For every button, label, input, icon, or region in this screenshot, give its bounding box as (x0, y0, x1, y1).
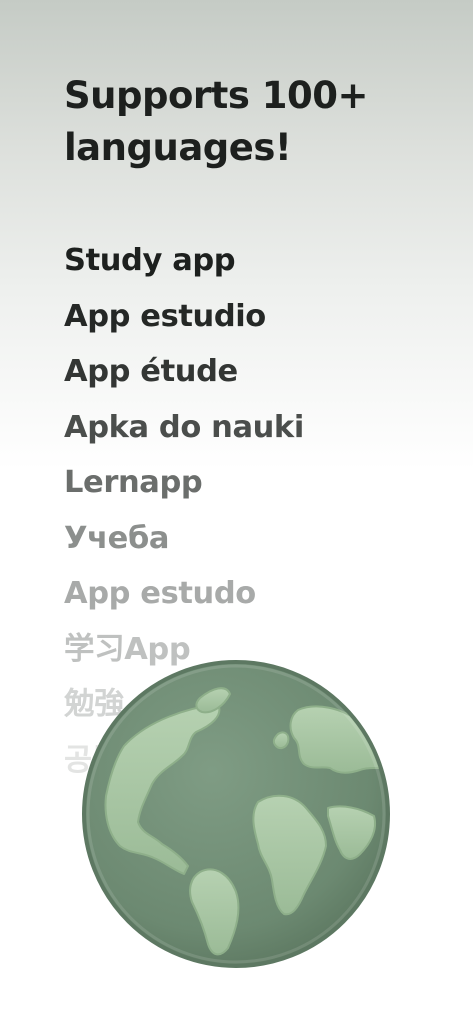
globe-island (272, 731, 290, 750)
language-item-spanish: App estudio (64, 298, 266, 334)
language-item-english: Study app (64, 243, 236, 278)
language-item-german: Lernapp (64, 465, 203, 500)
language-item-russian: Учеба (64, 520, 170, 556)
language-item-french: App étude (64, 354, 238, 389)
language-item-polish: Apka do nauki (64, 409, 304, 445)
language-item-portuguese: App estudo (64, 576, 256, 611)
globe-icon (82, 660, 390, 968)
headline: Supports 100+ languages! (64, 74, 368, 169)
